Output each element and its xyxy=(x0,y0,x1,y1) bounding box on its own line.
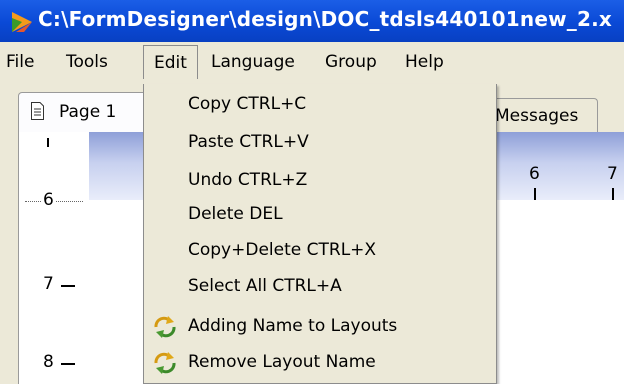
menu-bar: File Tools Edit Language Group Help xyxy=(0,42,624,84)
title-bar: C:\FormDesigner\design\DOC_tdsls440101ne… xyxy=(0,0,624,42)
edit-menu-dropdown: Copy CTRL+C Paste CTRL+V Undo CTRL+Z Del… xyxy=(143,84,497,384)
page-icon xyxy=(31,102,44,120)
hruler-label-7: 7 xyxy=(607,164,618,184)
ruler-tick xyxy=(47,138,49,147)
ruler-tick xyxy=(534,188,536,200)
vruler-label-7: 7 xyxy=(43,274,54,294)
menu-item-copy-label: Copy CTRL+C xyxy=(188,94,307,114)
menu-item-paste-label: Paste CTRL+V xyxy=(188,132,309,152)
tab-messages[interactable]: Messages xyxy=(484,98,598,133)
menu-item-adding-name-to-layouts[interactable]: Adding Name to Layouts xyxy=(144,310,496,344)
menu-item-copy-delete-label: Copy+Delete CTRL+X xyxy=(188,240,377,260)
menu-file[interactable]: File xyxy=(6,52,34,72)
menu-item-select-all-label: Select All CTRL+A xyxy=(188,276,342,296)
tab-page-1-label: Page 1 xyxy=(59,102,117,122)
ruler-tick xyxy=(612,188,614,200)
menu-item-delete[interactable]: Delete DEL xyxy=(144,198,496,232)
vruler-label-8: 8 xyxy=(43,352,54,372)
menu-item-copy[interactable]: Copy CTRL+C xyxy=(144,88,496,122)
menu-item-remove-layout-name[interactable]: Remove Layout Name xyxy=(144,346,496,380)
menu-help[interactable]: Help xyxy=(405,52,444,72)
menu-edit[interactable]: Edit xyxy=(143,45,198,79)
menu-language[interactable]: Language xyxy=(211,52,295,72)
app-icon xyxy=(12,12,32,32)
vruler-label-6: 6 xyxy=(41,190,56,210)
vertical-ruler: 6 7 8 xyxy=(19,132,89,384)
menu-item-remove-layout-name-label: Remove Layout Name xyxy=(188,352,376,372)
tab-page-1[interactable]: Page 1 xyxy=(18,92,160,133)
window-title: C:\FormDesigner\design\DOC_tdsls440101ne… xyxy=(38,7,612,31)
menu-tools[interactable]: Tools xyxy=(66,52,108,72)
menu-item-undo-label: Undo CTRL+Z xyxy=(188,170,308,190)
menu-item-delete-label: Delete DEL xyxy=(188,204,283,224)
tab-messages-label: Messages xyxy=(495,106,579,126)
ruler-tick xyxy=(61,363,75,365)
refresh-icon xyxy=(154,352,176,374)
menu-item-copy-delete[interactable]: Copy+Delete CTRL+X xyxy=(144,234,496,268)
menu-item-undo[interactable]: Undo CTRL+Z xyxy=(144,164,496,198)
refresh-icon xyxy=(154,316,176,338)
ruler-tick xyxy=(61,285,75,287)
menu-item-paste[interactable]: Paste CTRL+V xyxy=(144,126,496,160)
menu-item-adding-name-label: Adding Name to Layouts xyxy=(188,316,398,336)
menu-group[interactable]: Group xyxy=(325,52,377,72)
hruler-label-6: 6 xyxy=(529,164,540,184)
menu-item-select-all[interactable]: Select All CTRL+A xyxy=(144,270,496,304)
